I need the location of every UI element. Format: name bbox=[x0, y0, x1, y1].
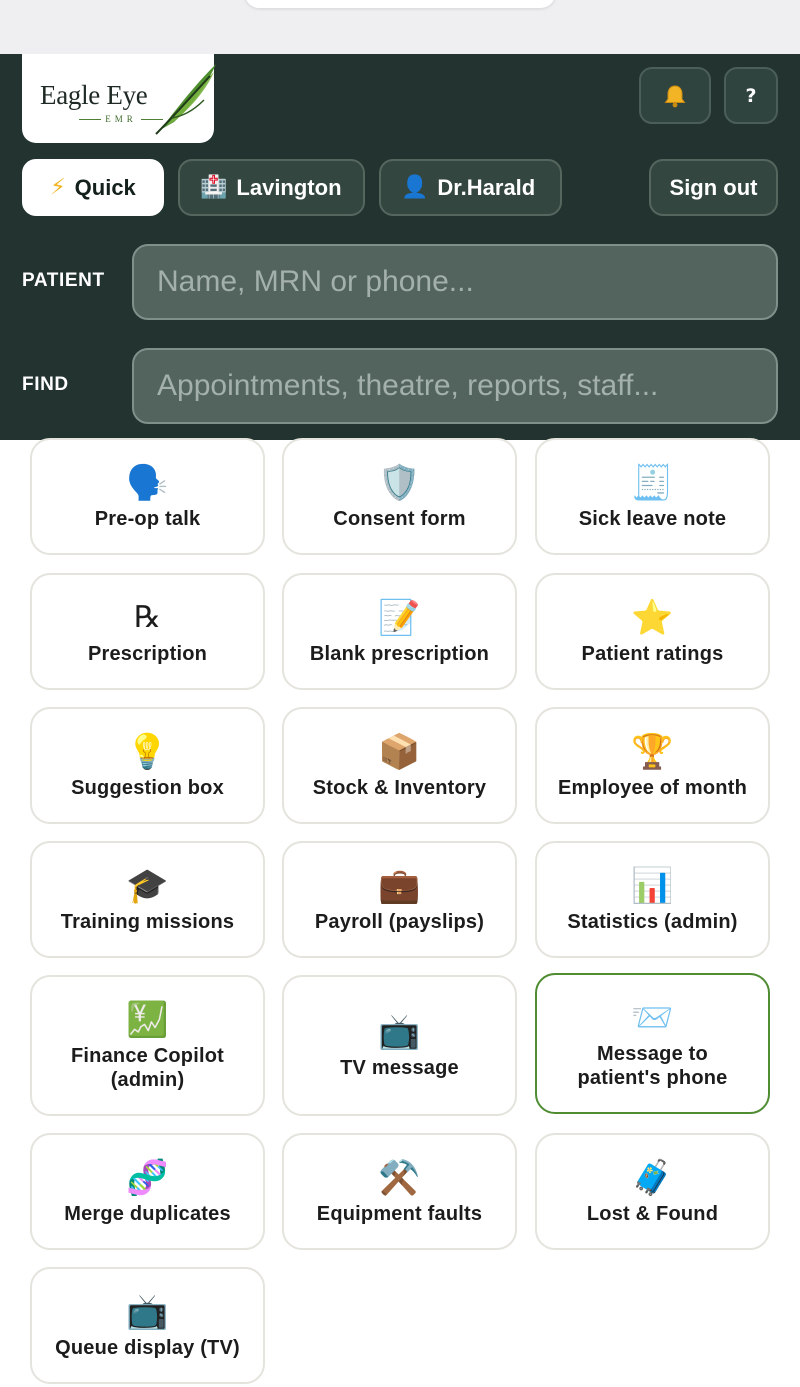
patient-search-input[interactable] bbox=[132, 244, 778, 320]
tile-training-missions[interactable]: 🎓 Training missions bbox=[30, 841, 265, 958]
trophy-icon: 🏆 bbox=[631, 731, 674, 772]
tile-lost-found[interactable]: 🧳 Lost & Found bbox=[535, 1133, 770, 1250]
dna-icon: 🧬 bbox=[126, 1157, 169, 1198]
logo-text: Eagle Eye bbox=[40, 80, 148, 110]
tile-label: Training missions bbox=[60, 910, 235, 933]
package-icon: 📦 bbox=[378, 731, 421, 772]
tile-equipment-faults[interactable]: ⚒️ Equipment faults bbox=[282, 1133, 517, 1250]
user-icon: 👤 bbox=[401, 175, 429, 200]
browser-url-pill[interactable] bbox=[245, 0, 555, 8]
memo-icon: 📝 bbox=[378, 597, 421, 638]
chart-yen-icon: 💹 bbox=[126, 999, 169, 1040]
tile-label: Payroll (payslips) bbox=[314, 910, 485, 933]
tile-label: Employee of month bbox=[558, 776, 747, 799]
quick-tab[interactable]: ⚡ Quick bbox=[22, 159, 164, 216]
graduation-cap-icon: 🎓 bbox=[126, 865, 169, 906]
sign-out-label: Sign out bbox=[669, 174, 758, 200]
help-button[interactable]: ? bbox=[724, 67, 778, 124]
app-logo[interactable]: Eagle Eye EMR bbox=[22, 54, 216, 143]
briefcase-icon: 💼 bbox=[378, 865, 421, 906]
tile-payroll[interactable]: 💼 Payroll (payslips) bbox=[282, 841, 517, 958]
shield-icon: 🛡️ bbox=[378, 462, 421, 503]
bell-icon bbox=[664, 84, 686, 107]
tile-tv-message[interactable]: 📺 TV message bbox=[282, 975, 517, 1116]
luggage-icon: 🧳 bbox=[631, 1157, 674, 1198]
tile-label: TV message bbox=[340, 1056, 459, 1079]
feather-logo-icon bbox=[155, 64, 216, 135]
television-icon: 📺 bbox=[126, 1291, 169, 1332]
rx-icon: ℞ bbox=[134, 599, 161, 635]
tile-label: Blank prescription bbox=[309, 642, 490, 665]
tile-prescription[interactable]: ℞ Prescription bbox=[30, 573, 265, 690]
tile-label: Patient ratings bbox=[581, 642, 724, 665]
quick-label: Quick bbox=[74, 174, 136, 200]
star-icon: ⭐ bbox=[631, 597, 674, 638]
tile-finance-copilot[interactable]: 💹 Finance Copilot (admin) bbox=[30, 975, 265, 1116]
tile-label: Merge duplicates bbox=[64, 1202, 231, 1225]
tile-message-to-patient-phone[interactable]: 📨 Message to patient's phone bbox=[535, 973, 770, 1114]
tile-label: Sick leave note bbox=[578, 507, 727, 530]
location-label: Lavington bbox=[236, 174, 342, 200]
speaking-head-icon: 🗣️ bbox=[126, 462, 169, 503]
tile-label: Consent form bbox=[333, 507, 466, 530]
hospital-icon: 🏥 bbox=[200, 175, 228, 200]
tile-label: Finance Copilot (admin) bbox=[71, 1044, 224, 1091]
tile-consent-form[interactable]: 🛡️ Consent form bbox=[282, 438, 517, 555]
lightning-icon: ⚡ bbox=[50, 175, 66, 200]
tile-label: Pre-op talk bbox=[94, 507, 201, 530]
tile-label: Lost & Found bbox=[586, 1202, 719, 1225]
television-icon: 📺 bbox=[378, 1011, 421, 1052]
tile-label: Equipment faults bbox=[316, 1202, 483, 1225]
tile-sick-leave-note[interactable]: 🧾 Sick leave note bbox=[535, 438, 770, 555]
sign-out-button[interactable]: Sign out bbox=[649, 159, 778, 216]
bar-chart-icon: 📊 bbox=[631, 865, 674, 906]
tile-label: Queue display (TV) bbox=[55, 1336, 240, 1359]
tile-blank-prescription[interactable]: 📝 Blank prescription bbox=[282, 573, 517, 690]
light-bulb-icon: 💡 bbox=[126, 731, 169, 772]
tile-pre-op-talk[interactable]: 🗣️ Pre-op talk bbox=[30, 438, 265, 555]
browser-top-bar bbox=[0, 0, 800, 54]
receipt-icon: 🧾 bbox=[631, 462, 674, 503]
tile-statistics[interactable]: 📊 Statistics (admin) bbox=[535, 841, 770, 958]
find-search-input[interactable] bbox=[132, 348, 778, 424]
help-label: ? bbox=[745, 84, 757, 107]
tile-stock-inventory[interactable]: 📦 Stock & Inventory bbox=[282, 707, 517, 824]
location-selector[interactable]: 🏥 Lavington bbox=[178, 159, 365, 216]
doctor-label: Dr.Harald bbox=[437, 174, 536, 200]
tile-label: Message to patient's phone bbox=[577, 1042, 728, 1089]
tile-suggestion-box[interactable]: 💡 Suggestion box bbox=[30, 707, 265, 824]
tile-label: Suggestion box bbox=[71, 776, 224, 799]
tile-queue-display[interactable]: 📺 Queue display (TV) bbox=[30, 1267, 265, 1384]
tile-label: Statistics (admin) bbox=[567, 910, 738, 933]
doctor-selector[interactable]: 👤 Dr.Harald bbox=[379, 159, 562, 216]
tile-merge-duplicates[interactable]: 🧬 Merge duplicates bbox=[30, 1133, 265, 1250]
tile-label: Stock & Inventory bbox=[312, 776, 487, 799]
tile-patient-ratings[interactable]: ⭐ Patient ratings bbox=[535, 573, 770, 690]
find-field-label: FIND bbox=[22, 374, 69, 395]
notifications-button[interactable] bbox=[639, 67, 711, 124]
incoming-envelope-icon: 📨 bbox=[631, 997, 674, 1038]
tile-label: Prescription bbox=[87, 642, 208, 665]
tile-employee-of-month[interactable]: 🏆 Employee of month bbox=[535, 707, 770, 824]
patient-field-label: PATIENT bbox=[22, 270, 105, 291]
hammer-pick-icon: ⚒️ bbox=[378, 1157, 421, 1198]
